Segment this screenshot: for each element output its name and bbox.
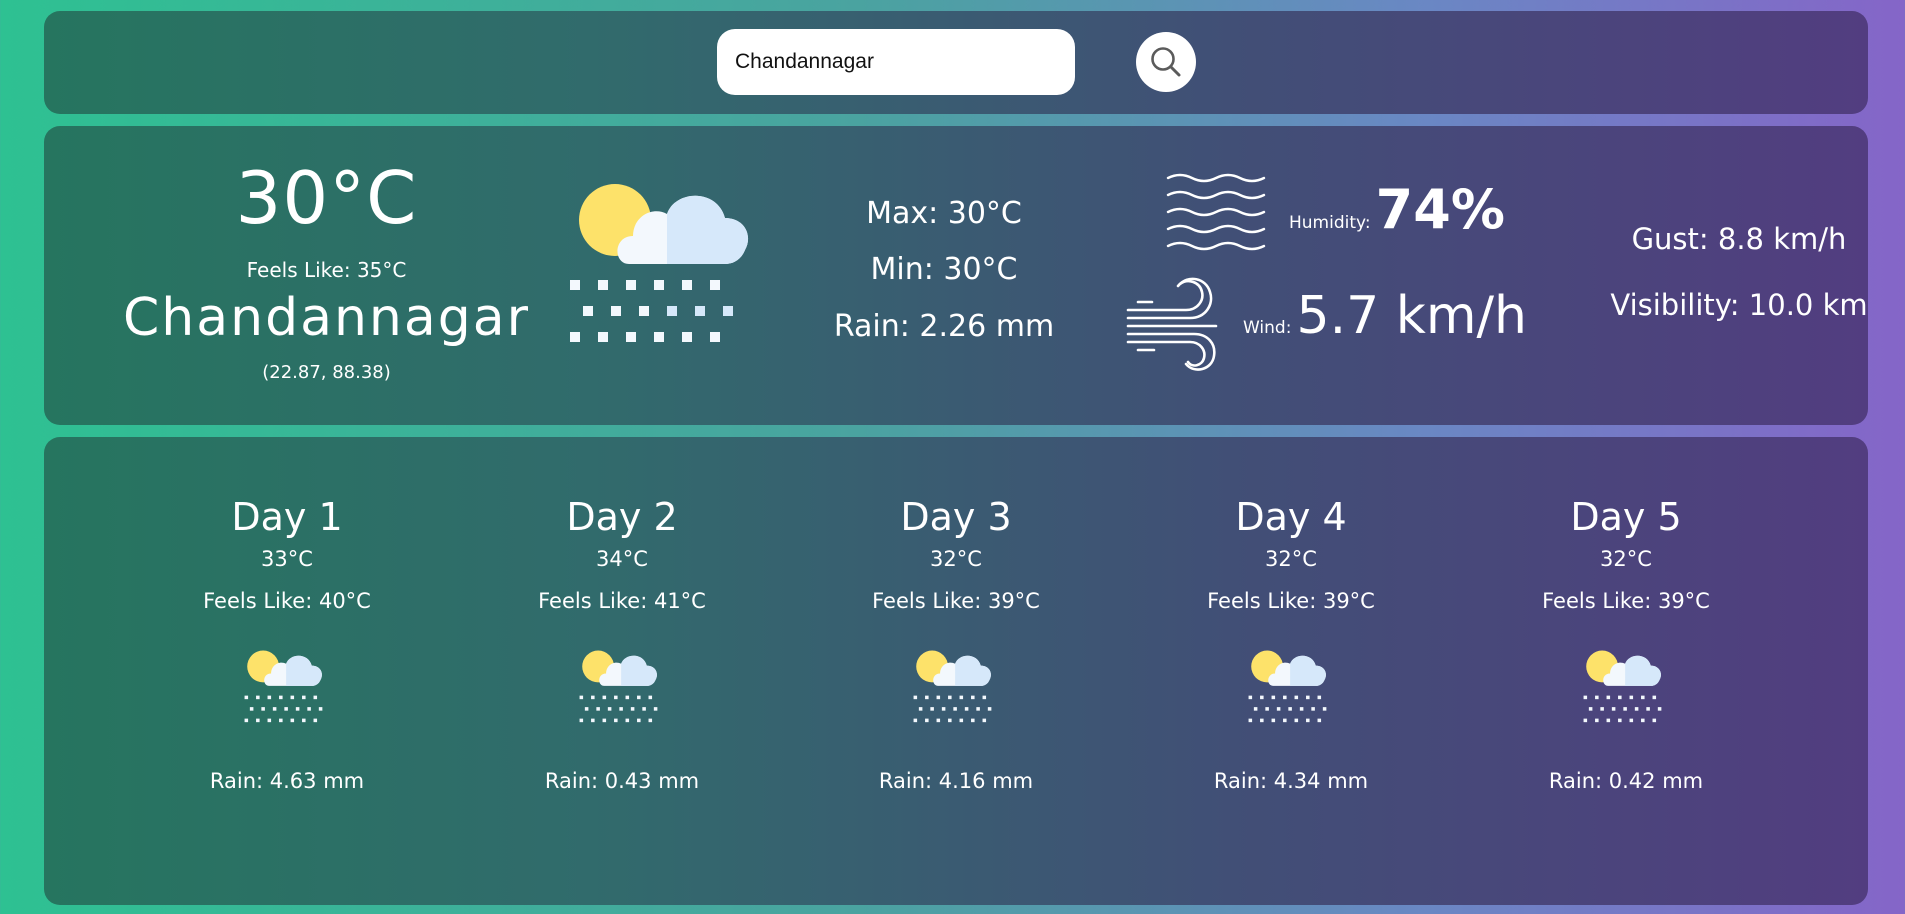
max-temperature: Max: 30°C [866,196,1022,231]
sun-cloud-snow-icon [244,650,323,723]
forecast-day-title: Day 2 [566,495,678,539]
search-button[interactable] [1136,32,1196,92]
forecast-day-feels-like: Feels Like: 39°C [1207,589,1375,613]
sun-cloud-snow-icon [913,650,992,723]
current-rain: Rain: 2.26 mm [833,309,1055,344]
forecast-day-rain: Rain: 4.63 mm [209,769,365,793]
forecast-day-temp: 33°C [261,547,313,571]
humidity-waves-icon [1166,173,1266,251]
humidity-label: Humidity: [1289,213,1371,233]
min-temperature: Min: 30°C [870,252,1018,287]
forecast-day-feels-like: Feels Like: 40°C [203,589,371,613]
forecast-day-feels-like: Feels Like: 39°C [1542,589,1710,613]
forecast-day: Day 3 32°C Feels Like: 39°C Rain: 4.16 m… [806,492,1106,796]
forecast-day-feels-like: Feels Like: 39°C [872,589,1040,613]
search-icon [1151,47,1181,77]
forecast-day-rain: Rain: 4.34 mm [1213,769,1369,793]
humidity: Humidity: 74% [1289,178,1505,241]
forecast-day-rain: Rain: 0.42 mm [1548,769,1704,793]
gust: Gust: 8.8 km/h [1631,222,1847,256]
sun-cloud-snow-icon [1583,650,1662,723]
wind-value: 5.7 km/h [1296,286,1528,346]
forecast-day-temp: 32°C [1600,547,1652,571]
forecast-day-title: Day 3 [900,495,1012,539]
current-weather-panel: 30°C Feels Like: 35°C Chandannagar (22.8… [44,126,1868,425]
forecast-day-title: Day 4 [1235,495,1347,539]
wind-label: Wind: [1243,318,1292,338]
city-coordinates: (22.87, 88.38) [262,362,391,383]
forecast-day: Day 1 33°C Feels Like: 40°C Rain: 4.63 m… [137,492,437,796]
forecast-day-title: Day 5 [1570,495,1682,539]
current-feels-like: Feels Like: 35°C [246,258,407,282]
forecast-day-temp: 32°C [1265,547,1317,571]
forecast-day-temp: 34°C [596,547,648,571]
search-input[interactable] [717,29,1075,95]
current-temperature: 30°C [235,156,418,240]
forecast-day-feels-like: Feels Like: 41°C [538,589,706,613]
visibility: Visibility: 10.0 km [1610,288,1868,322]
forecast-day-rain: Rain: 0.43 mm [544,769,700,793]
forecast-day: Day 2 34°C Feels Like: 41°C Rain: 0.43 m… [472,492,772,796]
wind-icon [1126,277,1218,371]
search-panel [44,11,1868,114]
forecast-day-title: Day 1 [231,495,343,539]
wind: Wind: 5.7 km/h [1243,286,1527,346]
humidity-value: 74% [1375,178,1505,241]
forecast-panel: Day 1 33°C Feels Like: 40°C Rain: 4.63 m… [44,437,1868,905]
forecast-day-temp: 32°C [930,547,982,571]
sun-cloud-snow-icon [579,650,658,723]
forecast-day-rain: Rain: 4.16 mm [878,769,1034,793]
city-name: Chandannagar [123,288,530,348]
forecast-day: Day 5 32°C Feels Like: 39°C Rain: 0.42 m… [1476,492,1776,796]
sun-cloud-snow-icon [570,184,749,342]
sun-cloud-snow-icon [1248,650,1327,723]
forecast-day: Day 4 32°C Feels Like: 39°C Rain: 4.34 m… [1141,492,1441,796]
